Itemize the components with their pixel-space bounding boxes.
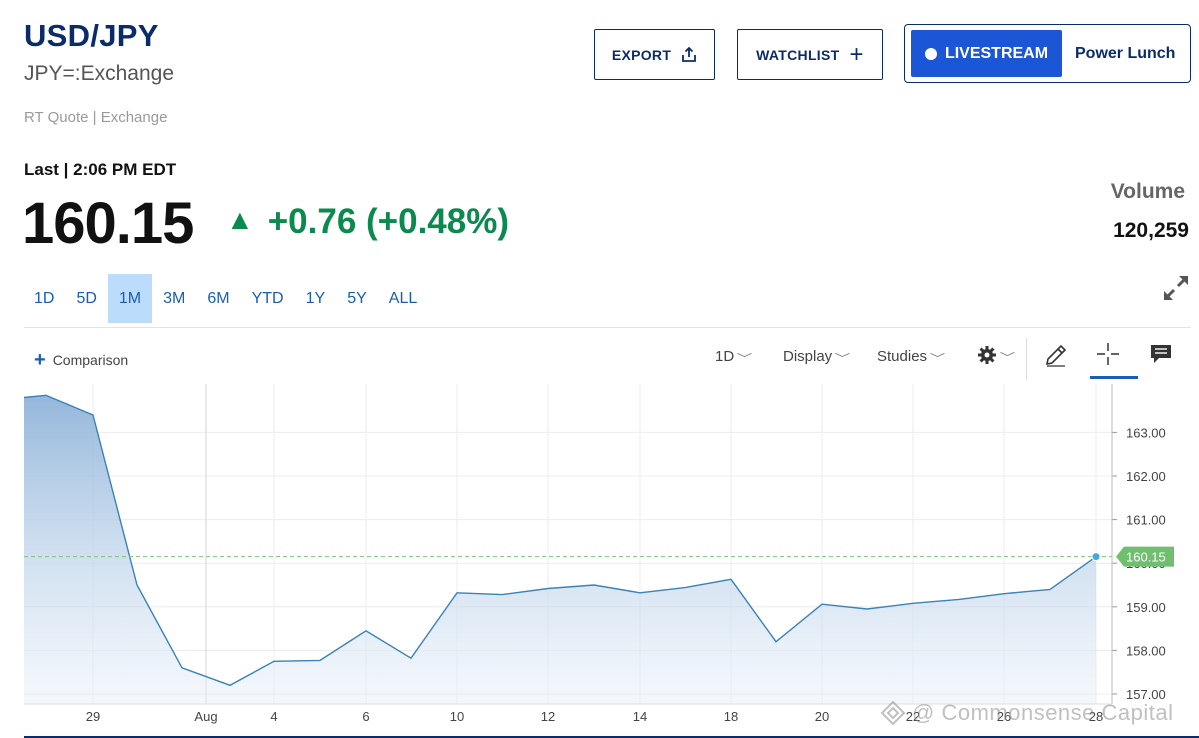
price-change: ▲ +0.76 (+0.48%) xyxy=(226,202,509,242)
upload-icon xyxy=(682,46,697,62)
last-price-label: 160.15 xyxy=(1116,546,1174,567)
exchange-label: JPY=:Exchange xyxy=(24,62,175,85)
comparison-label: Comparison xyxy=(52,352,129,368)
expand-icon[interactable] xyxy=(1160,272,1192,304)
range-tab-3m[interactable]: 3M xyxy=(152,274,196,323)
pencil-icon[interactable] xyxy=(1044,343,1068,367)
interval-dropdown[interactable]: 1D ﹀ xyxy=(715,347,753,366)
live-dot-icon xyxy=(924,47,937,60)
chevron-down-icon: ﹀ xyxy=(736,353,753,365)
watermark-logo-icon xyxy=(880,700,906,726)
watchlist-button[interactable]: WATCHLIST + xyxy=(737,29,883,80)
watermark: @ Commonsense Capital xyxy=(880,700,1174,726)
settings-dropdown[interactable]: ﹀ xyxy=(977,345,1016,365)
y-tick-label: 159.00 xyxy=(1126,600,1166,615)
x-tick-label: 10 xyxy=(450,709,464,724)
export-button[interactable]: EXPORT xyxy=(594,29,715,80)
plus-icon: + xyxy=(34,349,46,371)
show-link[interactable]: Power Lunch xyxy=(1075,45,1175,63)
comparison-button[interactable]: + Comparison xyxy=(34,350,128,370)
last-price-marker xyxy=(1091,552,1101,562)
x-tick-label: 20 xyxy=(815,709,829,724)
volume-value: 120,259 xyxy=(1113,219,1189,242)
x-tick-label: 6 xyxy=(362,709,369,724)
crosshair-icon[interactable] xyxy=(1096,342,1120,366)
watchlist-button-label: WATCHLIST xyxy=(756,46,840,63)
y-tick-label: 162.00 xyxy=(1126,469,1166,484)
volume-label: Volume xyxy=(1110,180,1185,203)
range-tab-ytd[interactable]: YTD xyxy=(241,274,295,323)
livestream-button[interactable]: LIVESTREAM xyxy=(911,30,1062,77)
livestream-widget: LIVESTREAM Power Lunch xyxy=(904,24,1191,83)
range-tab-all[interactable]: ALL xyxy=(378,274,428,323)
display-label: Display xyxy=(783,348,833,365)
range-tab-5y[interactable]: 5Y xyxy=(336,274,378,323)
y-tick-label: 158.00 xyxy=(1126,643,1166,658)
plus-icon: + xyxy=(849,40,864,68)
watermark-text: @ Commonsense Capital xyxy=(912,700,1174,725)
last-price: 160.15 xyxy=(22,191,194,256)
export-button-label: EXPORT xyxy=(611,46,672,63)
price-area xyxy=(24,395,1096,704)
y-tick-label: 161.00 xyxy=(1126,513,1166,528)
triangle-up-icon: ▲ xyxy=(226,204,254,235)
display-dropdown[interactable]: Display ﹀ xyxy=(783,347,851,366)
range-tab-5d[interactable]: 5D xyxy=(65,274,107,323)
quote-type-label: RT Quote | Exchange xyxy=(24,109,168,126)
range-tab-1d[interactable]: 1D xyxy=(24,274,65,323)
last-time-label: Last | 2:06 PM EDT xyxy=(24,160,177,179)
active-tool-indicator xyxy=(1090,376,1138,379)
x-tick-label: 18 xyxy=(724,709,738,724)
price-change-value: +0.76 (+0.48%) xyxy=(267,202,509,241)
chevron-down-icon: ﹀ xyxy=(834,353,851,365)
range-tab-1y[interactable]: 1Y xyxy=(295,274,337,323)
x-tick-label: Aug xyxy=(194,709,217,724)
studies-label: Studies xyxy=(877,348,928,365)
x-tick-label: 12 xyxy=(541,709,555,724)
chevron-down-icon: ﹀ xyxy=(929,353,946,365)
x-tick-label: 14 xyxy=(633,709,647,724)
chevron-down-icon: ﹀ xyxy=(999,351,1016,364)
toolbar-divider xyxy=(1026,338,1027,380)
divider xyxy=(24,327,1191,328)
x-tick-label: 29 xyxy=(86,709,100,724)
y-tick-label: 163.00 xyxy=(1126,425,1166,440)
range-tab-6m[interactable]: 6M xyxy=(196,274,240,323)
livestream-label: LIVESTREAM xyxy=(944,44,1049,62)
x-tick-label: 4 xyxy=(270,709,277,724)
studies-dropdown[interactable]: Studies ﹀ xyxy=(877,347,946,366)
comment-icon[interactable] xyxy=(1150,344,1172,364)
price-chart[interactable]: 157.00158.00159.00160.00161.00162.00163.… xyxy=(0,380,1199,736)
last-price-text: 160.15 xyxy=(1126,550,1166,565)
range-tab-1m[interactable]: 1M xyxy=(107,274,153,323)
symbol-title: USD/JPY xyxy=(24,18,159,53)
interval-label: 1D xyxy=(715,348,735,365)
gear-icon xyxy=(978,346,996,364)
time-range-tabs: 1D 5D 1M 3M 6M YTD 1Y 5Y ALL xyxy=(24,274,428,323)
